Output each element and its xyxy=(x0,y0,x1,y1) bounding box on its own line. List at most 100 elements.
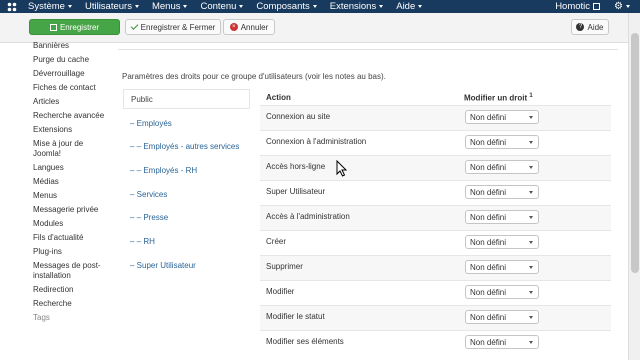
table-row: Modifier ses éléments Non défini xyxy=(260,330,611,355)
sidebar-item-plugins[interactable]: Plug-ins xyxy=(33,245,113,259)
cancel-button[interactable]: × Annuler xyxy=(223,19,275,35)
mouse-cursor-icon xyxy=(336,159,348,179)
check-icon xyxy=(130,22,139,30)
chevron-down-icon xyxy=(626,5,630,8)
sidebar-item-medias[interactable]: Médias xyxy=(33,175,113,189)
menu-systeme[interactable]: Système xyxy=(28,1,72,12)
table-row: Modifier le statut Non défini xyxy=(260,305,611,330)
permission-select[interactable]: Non défini xyxy=(465,260,539,274)
action-label: Modifier ses éléments xyxy=(266,337,344,346)
action-label: Connexion à l'administration xyxy=(266,137,367,146)
chevron-down-icon xyxy=(239,5,244,8)
external-link-icon xyxy=(593,3,601,10)
sidebar-item-purge-cache[interactable]: Purge du cache xyxy=(33,53,113,67)
menu-contenu[interactable]: Contenu xyxy=(200,1,244,12)
save-close-button[interactable]: Enregistrer & Fermer xyxy=(125,19,221,35)
permission-select[interactable]: Non défini xyxy=(465,310,539,324)
sidebar-item-redirection[interactable]: Redirection xyxy=(33,283,113,297)
sidebar-item-fils-actualite[interactable]: Fils d'actualité xyxy=(33,231,113,245)
top-navbar: Système Utilisateurs Menus Contenu Compo… xyxy=(0,0,640,13)
table-row: Connexion à l'administration Non défini xyxy=(260,130,611,155)
action-label: Créer xyxy=(266,237,287,246)
action-label: Modifier le statut xyxy=(266,312,325,321)
help-button[interactable]: ? Aide xyxy=(571,19,609,35)
action-label: Modifier xyxy=(266,287,295,296)
main-content: Paramètres des droits pour ce groupe d'u… xyxy=(118,43,618,360)
chevron-down-icon xyxy=(312,5,317,8)
sidebar-item-mise-a-jour[interactable]: Mise à jour de Joomla! xyxy=(33,137,113,161)
menu-utilisateurs[interactable]: Utilisateurs xyxy=(85,1,139,12)
group-tab-employes[interactable]: – Employés xyxy=(123,113,250,133)
chevron-down-icon xyxy=(418,5,423,8)
action-label: Super Utilisateur xyxy=(266,187,326,196)
action-label: Supprimer xyxy=(266,262,303,271)
chevron-down-icon xyxy=(529,166,533,169)
chevron-down-icon xyxy=(529,241,533,244)
group-tab-employes-autres[interactable]: – – Employés - autres services xyxy=(123,136,250,156)
menu-aide[interactable]: Aide xyxy=(396,1,423,12)
chevron-down-icon xyxy=(134,5,139,8)
permission-select[interactable]: Non défini xyxy=(465,160,539,174)
permission-select[interactable]: Non défini xyxy=(465,235,539,249)
group-tab-super-utilisateur[interactable]: – Super Utilisateur xyxy=(123,255,250,275)
main-menu: Système Utilisateurs Menus Contenu Compo… xyxy=(28,1,435,12)
table-row: Connexion au site Non défini xyxy=(260,105,611,130)
divider xyxy=(118,49,618,50)
close-icon: × xyxy=(229,23,238,31)
menu-menus[interactable]: Menus xyxy=(152,1,188,12)
site-link[interactable]: Homotic xyxy=(555,1,601,12)
permission-select[interactable]: Non défini xyxy=(465,285,539,299)
edit-icon xyxy=(49,23,57,31)
permission-select[interactable]: Non défini xyxy=(465,185,539,199)
chevron-down-icon xyxy=(529,316,533,319)
chevron-down-icon xyxy=(529,341,533,344)
chevron-down-icon xyxy=(529,291,533,294)
column-header-modify: Modifier un droit 1 xyxy=(464,93,533,103)
sidebar-item-post-installation[interactable]: Messages de post-installation xyxy=(33,259,113,283)
scrollbar-thumb[interactable] xyxy=(631,33,639,273)
sidebar-item-recherche[interactable]: Recherche xyxy=(33,297,113,311)
group-list: Public – Employés – – Employés - autres … xyxy=(123,89,250,319)
joomla-logo-icon[interactable] xyxy=(4,0,20,13)
table-row: Super Utilisateur Non défini xyxy=(260,180,611,205)
table-row: Accès à l'administration Non défini xyxy=(260,205,611,230)
table-row: Créer Non défini xyxy=(260,230,611,255)
user-menu[interactable]: ⚙ xyxy=(614,1,630,12)
group-tab-public[interactable]: Public xyxy=(123,89,250,109)
menu-extensions[interactable]: Extensions xyxy=(330,1,384,12)
sidebar-item-menus[interactable]: Menus xyxy=(33,189,113,203)
permission-select[interactable]: Non défini xyxy=(465,135,539,149)
permission-select[interactable]: Non défini xyxy=(465,110,539,124)
sidebar-item-deverrouillage[interactable]: Déverrouillage xyxy=(33,67,113,81)
sidebar-item-messagerie[interactable]: Messagerie privée xyxy=(33,203,113,217)
permission-select[interactable]: Non défini xyxy=(465,335,539,349)
group-tab-rh[interactable]: – – RH xyxy=(123,231,250,251)
sidebar-item-extensions[interactable]: Extensions xyxy=(33,123,113,137)
chevron-down-icon xyxy=(183,5,188,8)
sidebar-item-fiches-contact[interactable]: Fiches de contact xyxy=(33,81,113,95)
permissions-intro: Paramètres des droits pour ce groupe d'u… xyxy=(122,72,386,81)
menu-composants[interactable]: Composants xyxy=(256,1,317,12)
group-tab-employes-rh[interactable]: – – Employés - RH xyxy=(123,160,250,180)
sidebar-item-recherche-avancee[interactable]: Recherche avancée xyxy=(33,109,113,123)
sidebar: Bannières Purge du cache Déverrouillage … xyxy=(33,39,113,325)
permission-select[interactable]: Non défini xyxy=(465,210,539,224)
group-tab-presse[interactable]: – – Presse xyxy=(123,207,250,227)
site-name: Homotic xyxy=(555,1,591,12)
save-button[interactable]: Enregistrer xyxy=(29,19,120,35)
chevron-down-icon xyxy=(529,266,533,269)
sidebar-item-tags[interactable]: Tags xyxy=(33,311,113,325)
column-header-action: Action xyxy=(266,93,291,102)
sidebar-item-langues[interactable]: Langues xyxy=(33,161,113,175)
sidebar-item-modules[interactable]: Modules xyxy=(33,217,113,231)
page-scrollbar[interactable] xyxy=(628,13,640,360)
chevron-down-icon xyxy=(67,5,72,8)
sidebar-item-articles[interactable]: Articles xyxy=(33,95,113,109)
chevron-down-icon xyxy=(529,141,533,144)
sidebar-item-bannieres[interactable]: Bannières xyxy=(33,39,113,53)
chevron-down-icon xyxy=(379,5,384,8)
navbar-right: Homotic ⚙ xyxy=(555,0,630,13)
chevron-down-icon xyxy=(529,191,533,194)
group-tab-services[interactable]: – Services xyxy=(123,184,250,204)
chevron-down-icon xyxy=(529,116,533,119)
